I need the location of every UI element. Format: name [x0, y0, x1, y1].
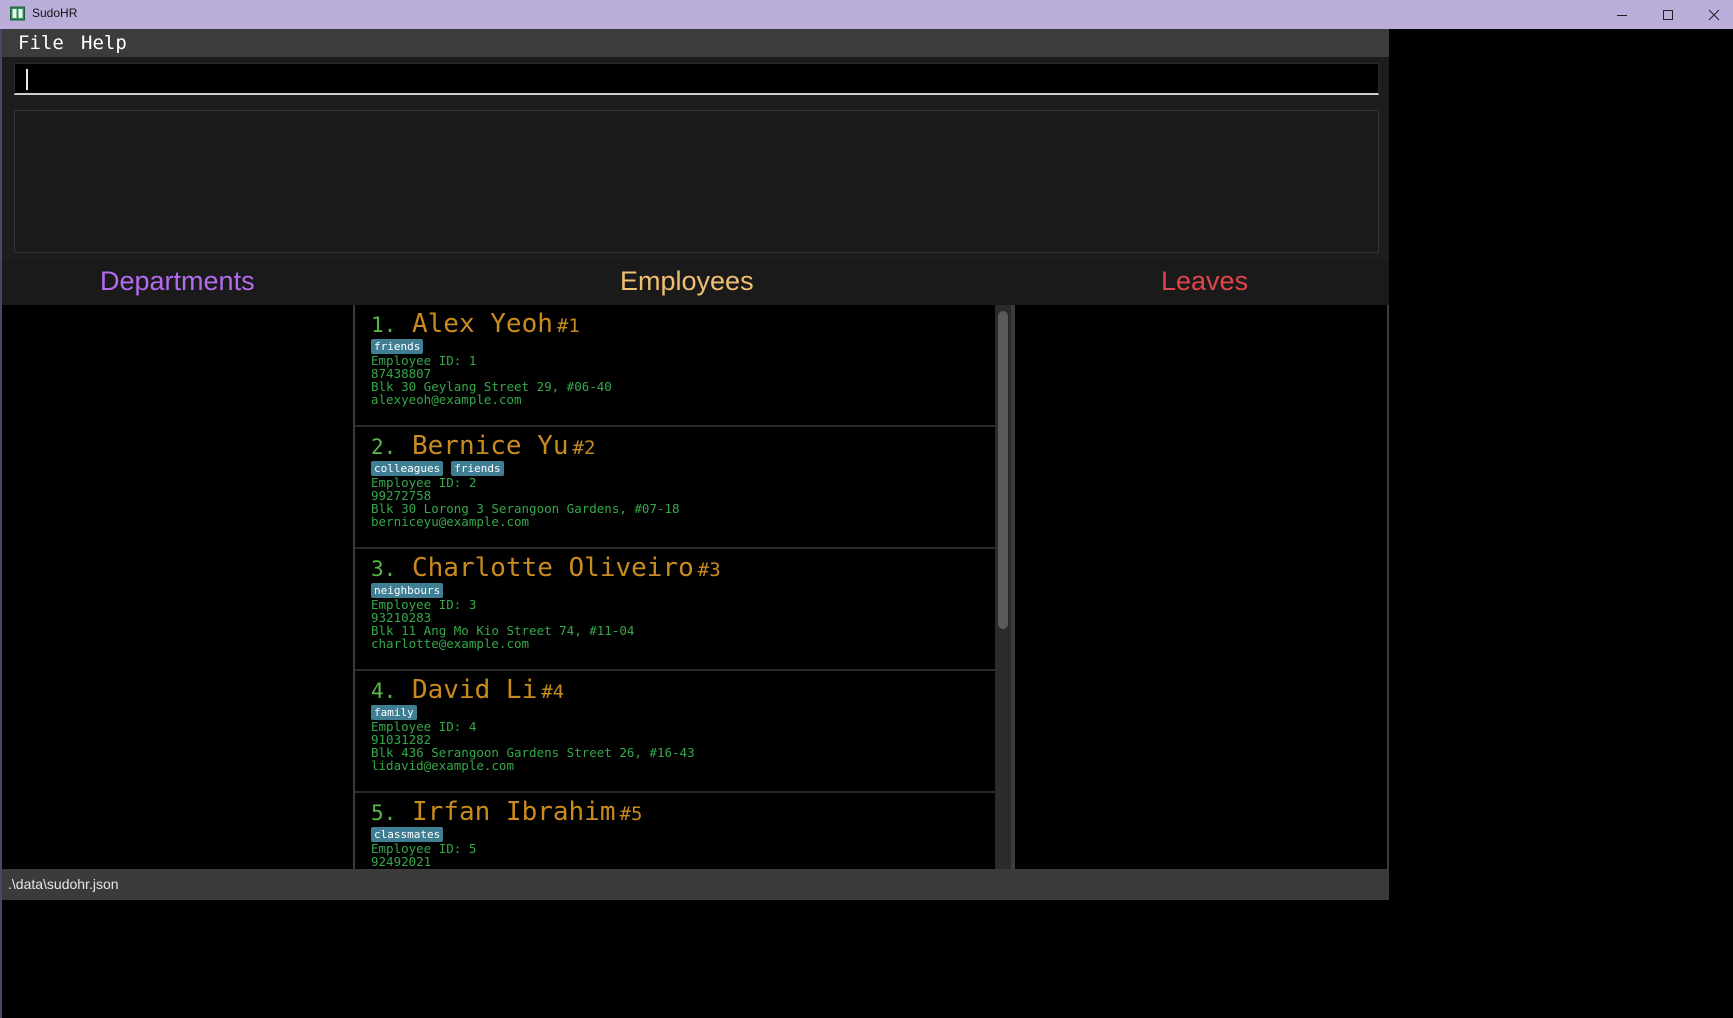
employee-tags: classmates [371, 827, 444, 842]
title-bar: SudoHR [0, 0, 1733, 29]
employee-tags: family [371, 705, 417, 720]
employee-name: David Li #4 [412, 675, 564, 705]
close-icon [1708, 9, 1720, 20]
employee-tags: friends [371, 339, 424, 354]
departments-title: Departments [100, 266, 255, 296]
tag-badge: classmates [371, 827, 444, 842]
employee-name-text: Alex Yeoh [412, 309, 553, 339]
employees-title: Employees [620, 266, 754, 296]
command-input[interactable] [14, 63, 1379, 95]
minimize-icon [1617, 14, 1627, 16]
employee-email: berniceyu@example.com [371, 514, 530, 529]
employee-index: 3. [371, 557, 397, 581]
maximize-button[interactable] [1645, 0, 1691, 29]
employee-card[interactable]: 5. Irfan Ibrahim #5 classmates Employee ID: … [355, 793, 995, 869]
departments-list[interactable] [2, 305, 353, 869]
employee-card[interactable]: 4. David Li #4 family Employee ID: 4 91031282… [355, 671, 995, 793]
employee-card[interactable]: 3. Charlotte Oliveiro #3 neighbours Employee… [355, 549, 995, 671]
command-box [2, 57, 1389, 105]
tag-badge: family [371, 705, 417, 720]
employee-name-text: David Li [412, 675, 538, 705]
tag-badge: colleagues [371, 461, 444, 476]
employee-card[interactable]: 1. Alex Yeoh #1 friends Employee ID: 1 874388… [355, 305, 995, 427]
employee-name-text: Bernice Yu [412, 431, 569, 461]
maximize-icon [1663, 9, 1673, 20]
text-caret [26, 69, 28, 90]
leaves-list[interactable] [1015, 305, 1387, 869]
menu-bar: File Help [2, 29, 1389, 57]
employee-index: 5. [371, 801, 397, 825]
employee-hash: #2 [572, 437, 596, 459]
employee-tags: neighbours [371, 583, 444, 598]
employee-name: Charlotte Oliveiro #3 [412, 553, 721, 583]
tag-badge: friends [451, 461, 504, 476]
employee-name: Irfan Ibrahim #5 [412, 797, 642, 827]
app-book-icon [10, 6, 25, 21]
employee-email: alexyeoh@example.com [371, 392, 522, 407]
employee-index: 1. [371, 313, 397, 337]
menu-file[interactable]: File [18, 32, 64, 54]
employee-tags: colleagues friends [371, 461, 504, 476]
minimize-button[interactable] [1599, 0, 1645, 29]
employee-index: 2. [371, 435, 397, 459]
employee-hash: #1 [556, 315, 580, 337]
menu-help[interactable]: Help [81, 32, 127, 54]
employee-name-text: Charlotte Oliveiro [412, 553, 694, 583]
employee-phone: 92492021 [371, 854, 432, 869]
employee-name-text: Irfan Ibrahim [412, 797, 616, 827]
tag-badge: friends [371, 339, 424, 354]
result-display[interactable] [14, 110, 1379, 253]
employee-hash: #3 [697, 559, 721, 581]
leaves-title: Leaves [1161, 266, 1249, 296]
window-title: SudoHR [32, 6, 78, 20]
employee-name: Bernice Yu #2 [412, 431, 595, 461]
employee-email: charlotte@example.com [371, 636, 530, 651]
result-area [2, 105, 1389, 260]
employee-hash: #4 [541, 681, 565, 703]
employee-name: Alex Yeoh #1 [412, 309, 580, 339]
employee-email: lidavid@example.com [371, 758, 514, 773]
employees-list[interactable]: 1. Alex Yeoh #1 friends Employee ID: 1 874388… [355, 305, 1011, 869]
panels-header: Departments Employees Leaves [2, 260, 1389, 305]
employee-card[interactable]: 2. Bernice Yu #2 colleagues friends Employee … [355, 427, 995, 549]
data-file-path: .\data\sudohr.json [8, 876, 119, 892]
status-bar: .\data\sudohr.json [2, 869, 1389, 900]
scrollbar-thumb[interactable] [998, 311, 1008, 629]
employees-scrollbar[interactable] [995, 305, 1011, 869]
tag-badge: neighbours [371, 583, 444, 598]
employee-index: 4. [371, 679, 397, 703]
employee-hash: #5 [619, 803, 643, 825]
close-button[interactable] [1691, 0, 1733, 29]
